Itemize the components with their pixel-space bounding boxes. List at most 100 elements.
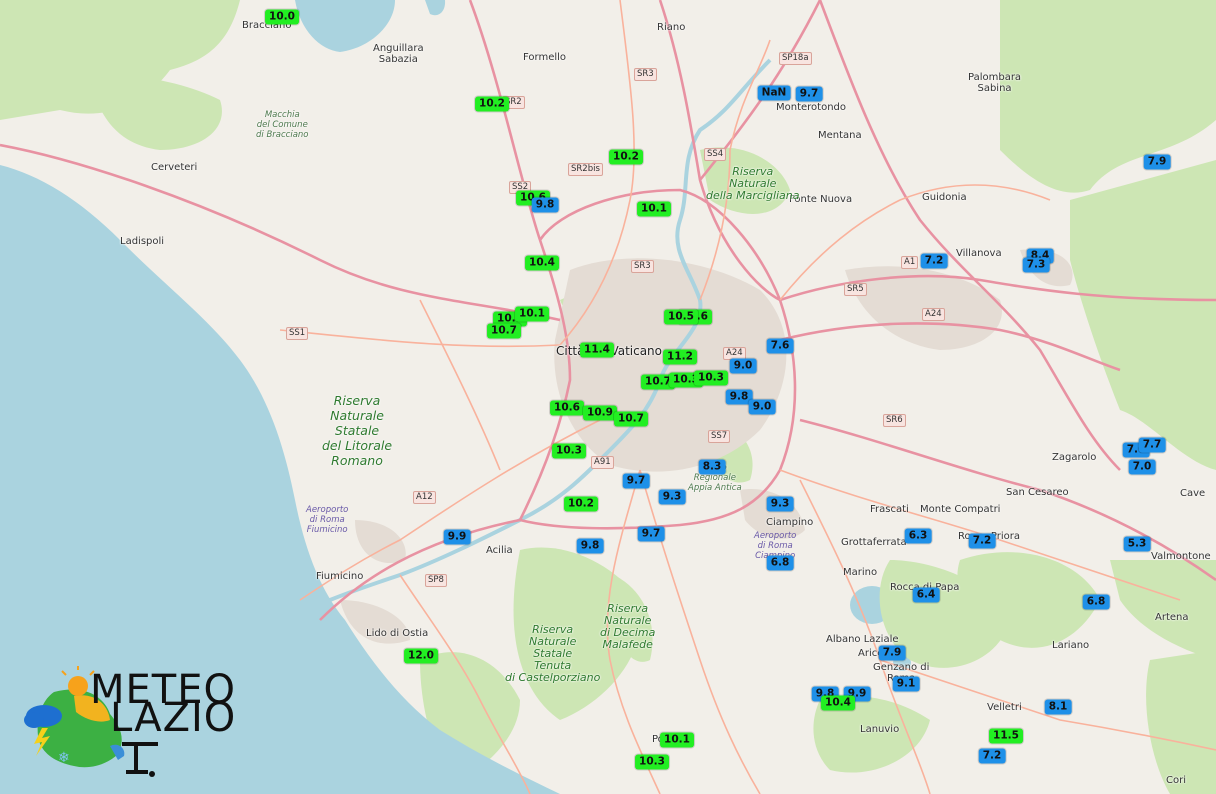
place-albano: Albano Laziale (826, 634, 899, 645)
station-marker[interactable]: 9.7 (795, 86, 823, 102)
station-marker[interactable]: 10.7 (487, 323, 521, 339)
station-marker[interactable]: 10.7 (614, 411, 648, 427)
road-shield-sr2bis: SR2bis (568, 163, 603, 176)
road-shield-ss4: SS4 (704, 148, 727, 161)
meteo-lazio-logo: ❄ METEO LAZIO (14, 666, 254, 784)
station-marker[interactable]: 10.4 (525, 255, 559, 271)
station-marker[interactable]: 7.9 (1143, 154, 1171, 170)
station-marker[interactable]: 10.1 (515, 306, 549, 322)
place-palombara: Palombara Sabina (968, 72, 1022, 94)
station-marker[interactable]: 10.3 (635, 754, 669, 770)
place-lanuvio: Lanuvio (860, 724, 900, 735)
station-marker[interactable]: 10.9 (583, 405, 617, 421)
station-marker[interactable]: 10.2 (475, 96, 509, 112)
park-litorale-romano: Riserva Naturale Statale del Litorale Ro… (322, 393, 393, 468)
road-shield-a91: A91 (591, 456, 614, 469)
place-grottaferrata: Grottaferrata (841, 537, 907, 548)
station-marker[interactable]: 10.0 (265, 9, 299, 25)
place-monte-compatri: Monte Compatri (920, 504, 1001, 515)
station-marker[interactable]: 10.3 (552, 443, 586, 459)
road-shield-sp18a: SP18a (779, 52, 812, 65)
place-mentana: Mentana (818, 130, 862, 141)
station-marker[interactable]: 11.4 (580, 342, 614, 358)
station-marker[interactable]: 7.2 (920, 253, 948, 269)
station-marker[interactable]: 9.7 (637, 526, 665, 542)
road-shield-a1: A1 (901, 256, 919, 269)
park-macchia-bracciano: Macchia del Comune di Bracciano (256, 110, 309, 140)
logo-text-lazio: LAZIO (110, 695, 237, 741)
station-marker[interactable]: 10.2 (564, 496, 598, 512)
park-decima-malafede: Riserva Naturale di Decima Malafede (600, 602, 656, 651)
station-marker[interactable]: 10.4 (821, 695, 855, 711)
svg-text:❄: ❄ (58, 750, 70, 766)
road-shield-sr3-north: SR3 (634, 68, 657, 81)
station-marker[interactable]: 12.0 (404, 648, 438, 664)
station-marker[interactable]: 11.2 (663, 349, 697, 365)
road-shield-a12: A12 (413, 491, 436, 504)
place-lido-di-ostia: Lido di Ostia (366, 628, 429, 639)
road-shield-sr3-south: SR3 (631, 260, 654, 273)
station-marker[interactable]: 7.9 (878, 645, 906, 661)
place-velletri: Velletri (987, 702, 1022, 713)
place-ladispoli: Ladispoli (120, 236, 165, 247)
station-marker[interactable]: 9.0 (729, 358, 757, 374)
station-marker[interactable]: 9.8 (576, 538, 604, 554)
place-frascati: Frascati (870, 504, 909, 515)
place-artena: Artena (1155, 612, 1189, 623)
road-shield-sr5: SR5 (844, 283, 867, 296)
place-monterotondo: Monterotondo (776, 102, 847, 113)
place-acilia: Acilia (486, 545, 513, 556)
road-shield-sr6: SR6 (883, 414, 906, 427)
place-formello: Formello (523, 52, 567, 63)
station-marker[interactable]: 10.6 (550, 400, 584, 416)
station-marker[interactable]: 5.3 (1123, 536, 1151, 552)
station-marker[interactable]: 9.8 (531, 197, 559, 213)
place-fiumicino: Fiumicino (316, 571, 364, 582)
station-marker[interactable]: 10.5 (664, 309, 698, 325)
place-anguillara: Anguillara Sabazia (373, 43, 424, 65)
place-riano: Riano (657, 22, 686, 33)
station-marker[interactable]: 6.8 (1082, 594, 1110, 610)
station-marker[interactable]: 6.3 (904, 528, 932, 544)
station-marker[interactable]: 7.6 (766, 338, 794, 354)
place-ciampino: Ciampino (766, 517, 814, 528)
road-shield-ss7: SS7 (708, 430, 731, 443)
place-lariano: Lariano (1052, 640, 1090, 651)
station-marker[interactable]: 8.1 (1044, 699, 1072, 715)
place-zagarolo: Zagarolo (1052, 452, 1097, 463)
station-marker[interactable]: 6.4 (912, 587, 940, 603)
place-marino: Marino (843, 567, 878, 578)
station-marker[interactable]: 10.1 (637, 201, 671, 217)
place-cori: Cori (1166, 775, 1186, 786)
station-marker[interactable]: 7.7 (1138, 437, 1166, 453)
station-marker[interactable]: 9.0 (748, 399, 776, 415)
station-marker[interactable]: 9.1 (892, 676, 920, 692)
station-marker[interactable]: 7.2 (968, 533, 996, 549)
station-marker[interactable]: 7.2 (978, 748, 1006, 764)
park-marcigliana: Riserva Naturale della Marcigliana (706, 165, 800, 202)
airport-fiumicino: Aeroporto di Roma Fiumicino (306, 505, 349, 535)
station-marker[interactable]: 7.3 (1022, 257, 1050, 273)
station-marker[interactable]: NaN (757, 85, 791, 101)
road-shield-sp8: SP8 (425, 574, 447, 587)
station-marker[interactable]: 9.3 (658, 489, 686, 505)
place-san-cesareo: San Cesareo (1006, 487, 1069, 498)
station-marker[interactable]: 10.1 (660, 732, 694, 748)
place-villanova: Villanova (956, 248, 1002, 259)
station-marker[interactable]: 7.0 (1128, 459, 1156, 475)
place-guidonia: Guidonia (922, 192, 967, 203)
place-cave: Cave (1180, 488, 1206, 499)
road-shield-ss1: SS1 (286, 327, 309, 340)
place-cerveteri: Cerveteri (151, 162, 198, 173)
station-marker[interactable]: 11.5 (989, 728, 1023, 744)
station-marker[interactable]: 6.8 (766, 555, 794, 571)
road-shield-a24-east: A24 (922, 308, 945, 321)
station-marker[interactable]: 9.3 (766, 496, 794, 512)
station-marker[interactable]: 8.3 (698, 459, 726, 475)
place-valmontone: Valmontone (1151, 551, 1211, 562)
station-marker[interactable]: 9.7 (622, 473, 650, 489)
station-marker[interactable]: 10.3 (694, 370, 728, 386)
station-marker[interactable]: 10.2 (609, 149, 643, 165)
station-marker[interactable]: 9.9 (443, 529, 471, 545)
park-castelporziano: Riserva Naturale Statale Tenuta di Caste… (505, 623, 601, 684)
